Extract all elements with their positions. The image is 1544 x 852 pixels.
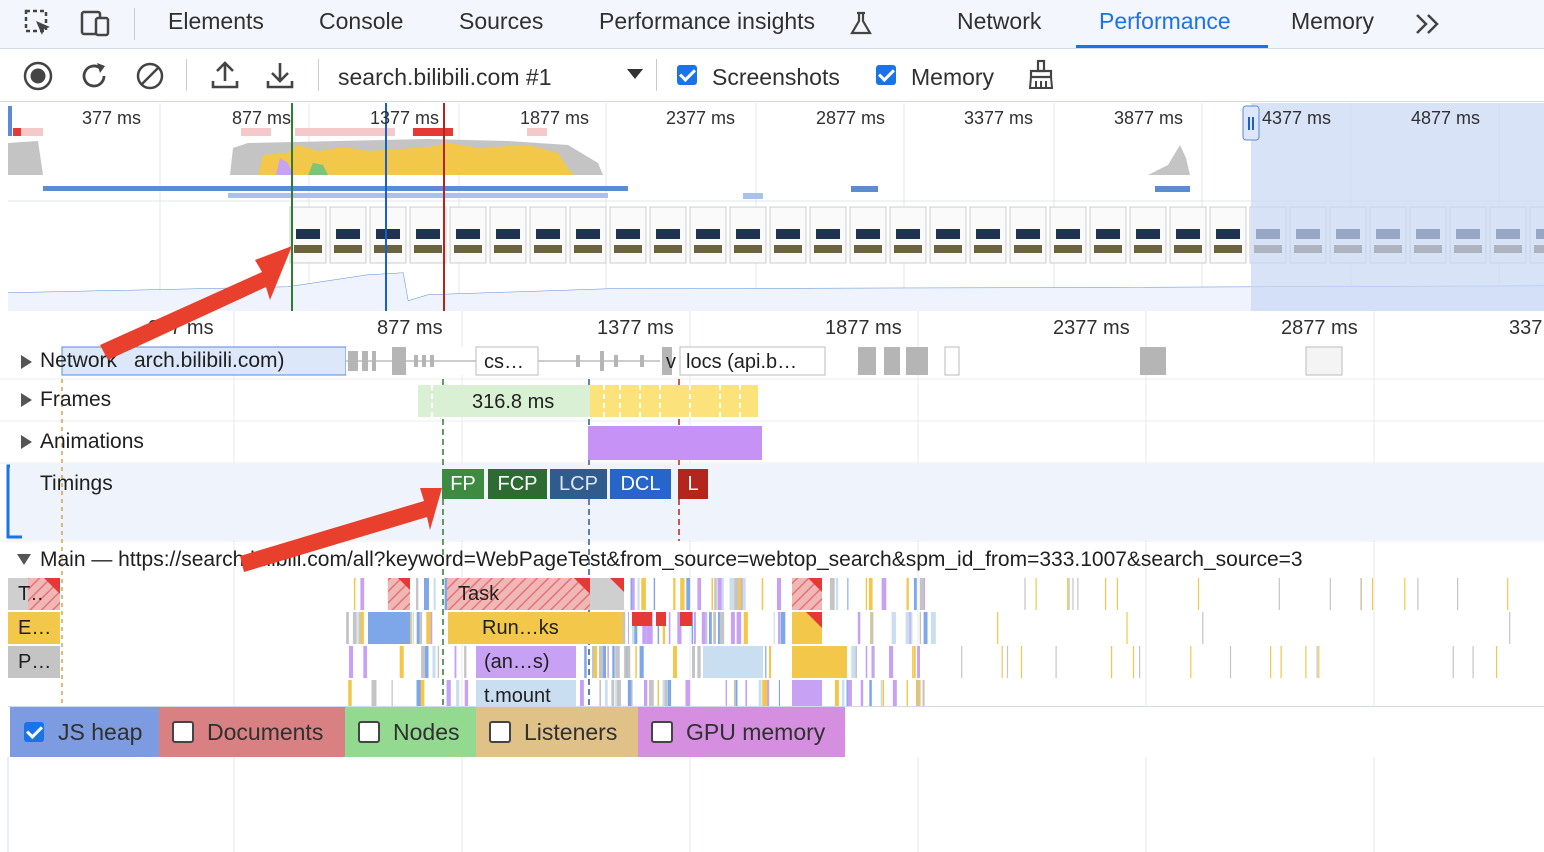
overview-tick: 4877 ms — [1411, 108, 1481, 128]
dropdown-arrow-icon[interactable] — [626, 67, 644, 81]
performance-toolbar: search.bilibili.com #1 Screenshots Memor… — [0, 49, 1544, 102]
network-request-label[interactable]: arch.bilibili.com) — [134, 349, 285, 373]
network-request-label[interactable]: locs (api.b… — [686, 351, 797, 374]
memory-label[interactable]: Memory — [911, 64, 994, 91]
overview-tick: 3377 ms — [964, 108, 1034, 128]
active-tab-indicator — [1076, 45, 1268, 48]
ruler-tick: 1877 ms — [825, 317, 902, 339]
lcp-marker[interactable]: LCP — [550, 469, 607, 499]
load-profile-icon[interactable] — [209, 59, 241, 91]
nodes-checkbox[interactable] — [358, 721, 380, 743]
fp-marker[interactable]: FP — [442, 469, 484, 499]
tab-network[interactable]: Network — [957, 8, 1041, 35]
listeners-label: Listeners — [524, 719, 618, 745]
overview-tick: 1377 ms — [370, 108, 440, 128]
animations-track-label[interactable]: Animations — [40, 430, 144, 454]
js-heap-counter[interactable]: JS heap — [10, 707, 159, 757]
listeners-counter[interactable]: Listeners — [476, 707, 638, 757]
device-toolbar-icon[interactable] — [80, 9, 112, 39]
dcl-marker[interactable]: DCL — [610, 469, 671, 499]
collect-garbage-broom-icon[interactable] — [1026, 59, 1056, 91]
overview-tick: 377 ms — [82, 108, 142, 128]
evaluate-block[interactable]: E… — [12, 613, 58, 643]
ruler-tick: 1377 ms — [597, 317, 674, 339]
collapse-main-icon[interactable] — [17, 554, 31, 565]
tab-performance-insights[interactable]: Performance insights — [599, 8, 815, 35]
nodes-label: Nodes — [393, 719, 460, 745]
ruler-tick: 2877 ms — [1281, 317, 1358, 339]
network-request-label[interactable]: cs… — [484, 351, 524, 374]
main-thread-label[interactable]: Main — https://search.bilibili.com/all?k… — [40, 548, 1303, 572]
expand-frames-icon[interactable] — [21, 393, 32, 407]
overview-tick: 3877 ms — [1114, 108, 1184, 128]
nodes-counter[interactable]: Nodes — [345, 707, 476, 757]
overview-tick: 1877 ms — [520, 108, 590, 128]
timeline-overview[interactable]: 377 ms 877 ms 1377 ms 1877 ms 2377 ms 28… — [8, 103, 1544, 311]
toolbar-separator — [318, 59, 319, 91]
load-marker[interactable]: L — [678, 469, 708, 499]
network-track-label[interactable]: Network — [40, 349, 117, 373]
inspect-element-icon[interactable] — [24, 9, 54, 39]
tab-sources[interactable]: Sources — [459, 8, 543, 35]
clear-icon[interactable] — [134, 60, 166, 92]
tab-separator — [134, 8, 135, 40]
frame-duration[interactable]: 316.8 ms — [472, 391, 554, 414]
task-block[interactable]: Task — [452, 579, 582, 609]
gpu-memory-checkbox[interactable] — [651, 721, 673, 743]
ruler-tick: 337 — [1509, 317, 1543, 339]
ruler-tick: 877 ms — [377, 317, 443, 339]
task-block[interactable]: T… — [12, 579, 42, 609]
js-heap-checkbox[interactable] — [24, 722, 44, 742]
gpu-memory-label: GPU memory — [686, 719, 826, 745]
overview-tick: 2377 ms — [666, 108, 736, 128]
memory-graph-area — [7, 757, 1375, 852]
timings-track-label[interactable]: Timings — [40, 472, 113, 496]
memory-checkbox[interactable] — [876, 65, 896, 85]
fcp-marker[interactable]: FCP — [488, 469, 547, 499]
screenshots-checkbox[interactable] — [677, 65, 697, 85]
documents-counter[interactable]: Documents — [159, 707, 345, 757]
overview-tick: 2877 ms — [816, 108, 886, 128]
documents-checkbox[interactable] — [172, 721, 194, 743]
save-profile-icon[interactable] — [264, 59, 296, 91]
parse-block[interactable]: P… — [12, 647, 58, 677]
toolbar-separator — [656, 59, 657, 91]
documents-label: Documents — [207, 719, 324, 745]
js-heap-label: JS heap — [58, 719, 143, 745]
overview-graphs — [8, 103, 1544, 311]
gpu-memory-counter[interactable]: GPU memory — [638, 707, 845, 757]
ruler-tick: 377 ms — [148, 317, 214, 339]
more-tabs-chevron-icon[interactable] — [1414, 12, 1442, 36]
expand-animations-icon[interactable] — [21, 435, 32, 449]
anonymous-function-block[interactable]: (an…s) — [478, 647, 576, 677]
tab-memory[interactable]: Memory — [1291, 8, 1374, 35]
ruler-tick: 2377 ms — [1053, 317, 1130, 339]
network-request-label[interactable]: v — [666, 351, 676, 374]
overview-tick: 877 ms — [232, 108, 292, 128]
tab-performance[interactable]: Performance — [1099, 8, 1231, 35]
tab-elements[interactable]: Elements — [168, 8, 264, 35]
devtools-tab-bar: Elements Console Sources Performance ins… — [0, 0, 1544, 49]
recording-select[interactable]: search.bilibili.com #1 — [338, 64, 551, 91]
reload-record-icon[interactable] — [79, 60, 111, 92]
toolbar-separator — [186, 59, 187, 91]
expand-network-icon[interactable] — [21, 355, 32, 369]
overview-tick: 4377 ms — [1262, 108, 1332, 128]
tab-console[interactable]: Console — [319, 8, 403, 35]
listeners-checkbox[interactable] — [489, 721, 511, 743]
frames-track-label[interactable]: Frames — [40, 388, 111, 412]
experiment-flask-icon — [850, 11, 872, 35]
screenshots-label[interactable]: Screenshots — [712, 64, 840, 91]
run-microtasks-block[interactable]: Run…ks — [476, 613, 586, 643]
record-icon[interactable] — [22, 60, 54, 92]
